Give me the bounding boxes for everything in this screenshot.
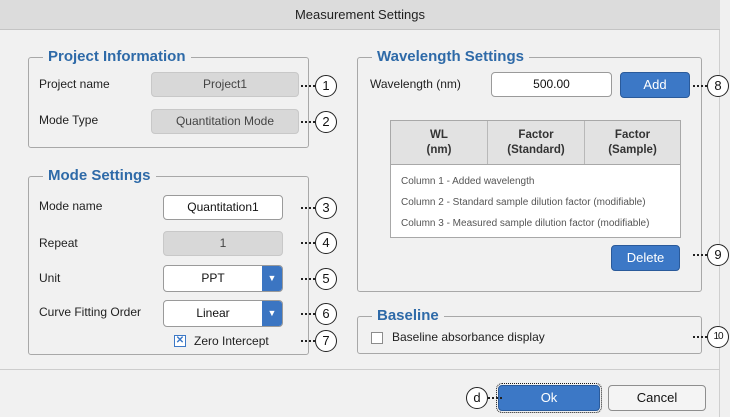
table-note: Column 2 - Standard sample dilution fact… [401,197,646,208]
unit-select[interactable]: PPT ▼ [163,265,283,292]
chevron-down-icon[interactable]: ▼ [262,266,282,291]
project-information-group: Project Information [28,48,309,148]
cancel-button[interactable]: Cancel [608,385,706,411]
mode-name-input[interactable]: Quantitation1 [163,195,283,220]
delete-button[interactable]: Delete [611,245,680,271]
zero-intercept-label: Zero Intercept [194,334,269,348]
add-button[interactable]: Add [620,72,690,98]
chevron-down-icon[interactable]: ▼ [262,301,282,326]
unit-label: Unit [39,271,61,285]
footer-divider [0,369,720,370]
project-name-field: Project1 [151,72,299,97]
table-note: Column 3 - Measured sample dilution fact… [401,218,650,229]
mode-name-label: Mode name [39,199,103,213]
col-header-wl: WL (nm) [426,129,452,156]
wavelength-input[interactable]: 500.00 [491,72,612,97]
wavelength-table[interactable]: WL (nm) Factor (Standard) Factor (Sample… [390,120,681,238]
ok-button[interactable]: Ok [496,383,602,413]
table-note: Column 1 - Added wavelength [401,176,535,187]
wavelength-label: Wavelength (nm) [370,77,461,91]
mode-type-field: Quantitation Mode [151,109,299,134]
mode-settings-legend: Mode Settings [43,167,156,185]
curve-fitting-order-select[interactable]: Linear ▼ [163,300,283,327]
project-name-label: Project name [39,77,110,91]
col-header-factor-sample: Factor (Sample) [608,129,657,156]
measurement-settings-window: Measurement Settings Project Information… [0,0,730,417]
col-header-factor-standard: Factor (Standard) [507,129,565,156]
unit-select-value: PPT [201,271,225,285]
baseline-checkbox-label: Baseline absorbance display [392,330,545,344]
project-information-legend: Project Information [43,48,191,66]
wavelength-table-header: WL (nm) Factor (Standard) Factor (Sample… [391,121,680,165]
repeat-field: 1 [163,231,283,256]
window-title: Measurement Settings [0,0,720,30]
curve-fitting-order-value: Linear [196,306,230,320]
baseline-legend: Baseline [372,307,444,325]
mode-type-label: Mode Type [39,113,99,127]
callout-d: d [466,387,502,409]
wavelength-settings-legend: Wavelength Settings [372,48,529,66]
dialog-body: Project Information Project name Project… [0,30,729,417]
baseline-checkbox[interactable] [371,332,383,344]
zero-intercept-checkbox[interactable]: ✕ [174,335,186,347]
curve-fitting-order-label: Curve Fitting Order [39,305,142,319]
repeat-label: Repeat [39,236,78,250]
